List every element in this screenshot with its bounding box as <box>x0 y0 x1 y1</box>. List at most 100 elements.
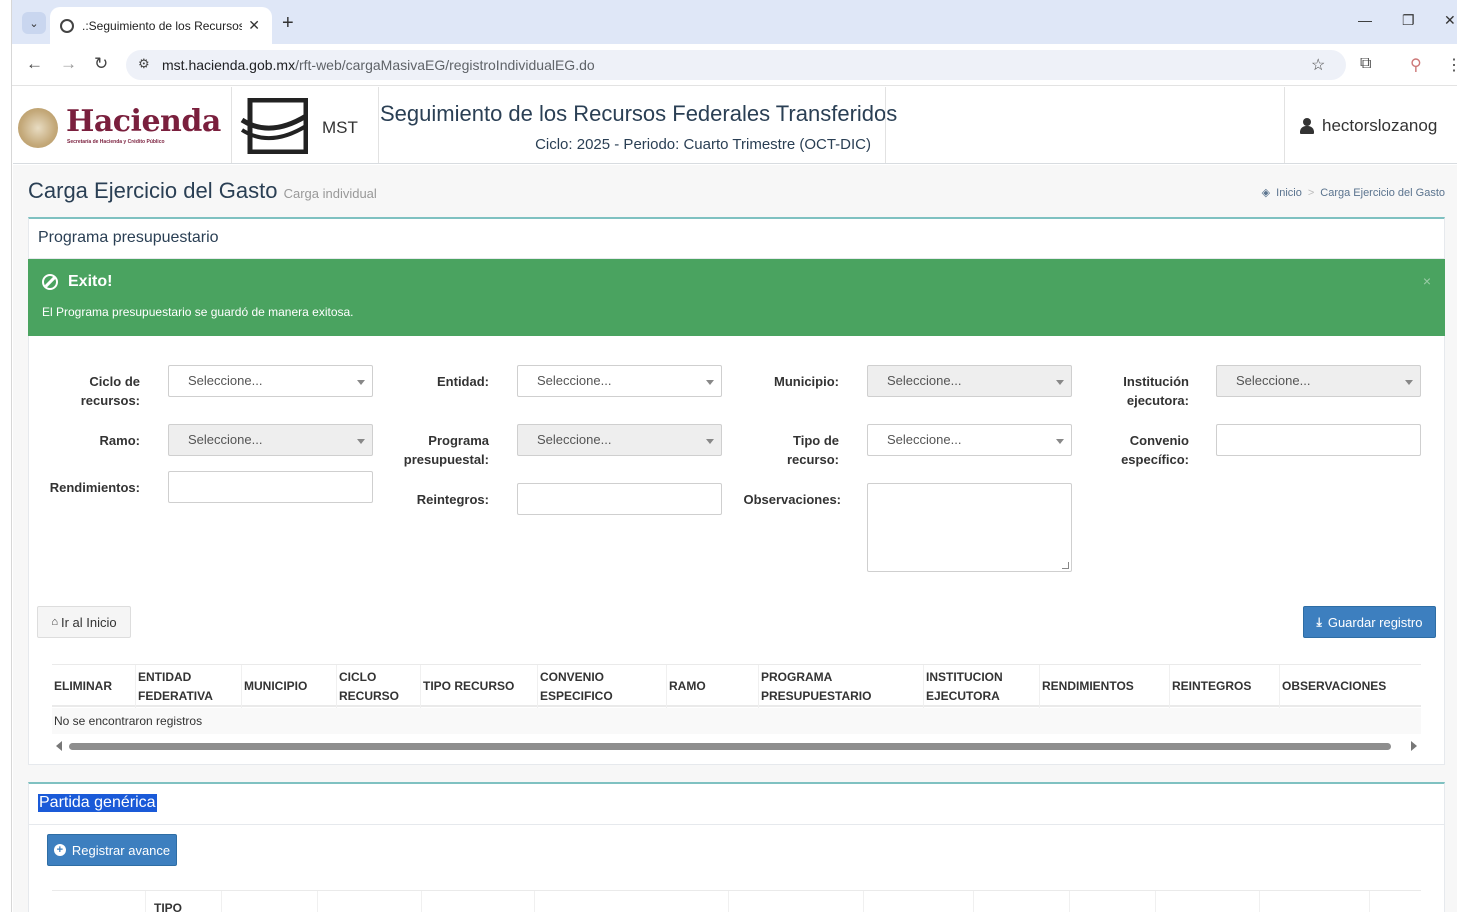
page-title: Carga Ejercicio del Gasto Carga individu… <box>28 178 377 203</box>
alert-message: El Programa presupuestario se guardó de … <box>42 305 354 319</box>
page-subtitle: Carga individual <box>283 186 377 201</box>
th-ramo: RAMO <box>667 665 759 708</box>
profile-icon[interactable]: ⚲ <box>1410 55 1422 75</box>
scroll-right-icon[interactable] <box>1411 741 1417 751</box>
back-icon[interactable]: ← <box>26 54 43 74</box>
entidad-label: Entidad: <box>437 374 489 389</box>
user-menu[interactable]: hectorslozanog <box>1300 116 1437 136</box>
entidad-select[interactable]: Seleccione... <box>517 365 722 397</box>
coat-of-arms-logo <box>18 108 58 148</box>
hacienda-logo-text: Hacienda <box>66 104 221 139</box>
th-ciclo: CICLO RECURSO <box>337 665 421 708</box>
minimize-icon[interactable]: — <box>1358 12 1372 28</box>
convenio-input[interactable] <box>1216 424 1421 456</box>
scrollbar-thumb[interactable] <box>69 743 1391 750</box>
reload-icon[interactable]: ↻ <box>94 54 108 74</box>
tab-list-button[interactable]: ⌄ <box>22 12 46 34</box>
save-button[interactable]: ⤓ Guardar registro <box>1303 606 1436 638</box>
caret-down-icon <box>706 439 714 444</box>
th-entidad: ENTIDAD FEDERATIVA <box>136 665 242 708</box>
site-info-icon[interactable]: ⚙ <box>138 56 150 72</box>
th-column <box>535 891 729 912</box>
breadcrumb: ◈ Inicio > Carga Ejercicio del Gasto <box>1261 186 1445 200</box>
th-programa: PROGRAMA PRESUPUESTARIO <box>759 665 924 708</box>
rendimientos-input[interactable] <box>168 471 373 503</box>
th-rendimientos: RENDIMIENTOS <box>1040 665 1170 708</box>
panel-divider <box>29 824 1444 825</box>
tipo-recurso-label: Tipo de recurso: <box>786 433 839 467</box>
header-divider <box>231 87 232 163</box>
tipo-recurso-select[interactable]: Seleccione... <box>867 424 1072 456</box>
site-subtitle: Ciclo: 2025 - Periodo: Cuarto Trimestre … <box>535 136 871 153</box>
convenio-label: Convenio específico: <box>1121 433 1189 467</box>
tab-close-icon[interactable]: ✕ <box>248 17 260 34</box>
restore-icon[interactable]: ❐ <box>1402 12 1415 29</box>
bookmark-star-icon[interactable]: ☆ <box>1311 55 1325 75</box>
caret-down-icon <box>1056 439 1064 444</box>
alert-close-icon[interactable]: × <box>1423 273 1431 289</box>
close-window-icon[interactable]: ✕ <box>1444 12 1456 29</box>
horizontal-scrollbar[interactable] <box>52 738 1421 754</box>
mst-label: MST <box>322 118 358 137</box>
institucion-label: Institución ejecutora: <box>1123 374 1189 408</box>
resize-grip-icon[interactable] <box>1062 562 1069 569</box>
caret-down-icon <box>1056 380 1064 385</box>
th-column <box>1070 891 1156 912</box>
th-tipo: TIPO <box>146 891 222 912</box>
th-column <box>422 891 535 912</box>
forward-icon[interactable]: → <box>60 54 77 74</box>
home-button[interactable]: ⌂ Ir al Inicio <box>37 606 131 638</box>
rendimientos-label: Rendimientos: <box>49 480 140 495</box>
th-column <box>222 891 318 912</box>
institucion-select[interactable]: Seleccione... <box>1216 365 1421 397</box>
th-observaciones: OBSERVACIONES <box>1282 679 1387 693</box>
programa-label: Programa presupuestal: <box>403 433 489 467</box>
observaciones-textarea[interactable] <box>867 483 1072 572</box>
scroll-left-icon[interactable] <box>56 741 62 751</box>
caret-down-icon <box>1405 380 1413 385</box>
hacienda-logo-subtext: Secretaría de Hacienda y Crédito Público <box>67 139 165 145</box>
browser-tab[interactable]: .:Seguimiento de los Recursos F ✕ <box>50 7 272 44</box>
ramo-label: Ramo: <box>99 433 140 448</box>
header-divider <box>885 87 886 163</box>
th-institucion: INSTITUCION EJECUTORA <box>924 665 1040 708</box>
ciclo-label: Ciclo de recursos: <box>80 374 140 408</box>
caret-down-icon <box>357 439 365 444</box>
th-reintegros: REINTEGROS <box>1170 665 1280 708</box>
window-edge <box>0 0 12 912</box>
th-municipio: MUNICIPIO <box>242 665 337 708</box>
municipio-select[interactable]: Seleccione... <box>867 365 1072 397</box>
reintegros-label: Reintegros: <box>416 492 489 507</box>
th-column <box>1260 891 1370 912</box>
observaciones-label: Observaciones: <box>743 492 841 507</box>
ciclo-select[interactable]: Seleccione... <box>168 365 373 397</box>
download-icon: ⤓ <box>1316 614 1322 629</box>
partida-table-header: TIPO <box>52 890 1421 912</box>
records-table-header: ELIMINAR ENTIDAD FEDERATIVA MUNICIPIO CIC… <box>52 664 1421 708</box>
th-column <box>729 891 864 912</box>
th-convenio: CONVENIO ESPECIFICO <box>538 665 667 708</box>
th-column <box>1156 891 1260 912</box>
home-icon: ⌂ <box>51 616 58 628</box>
extensions-icon[interactable]: ⧉ <box>1360 55 1371 73</box>
dashboard-icon: ◈ <box>1261 187 1271 199</box>
breadcrumb-home[interactable]: Inicio <box>1276 187 1302 199</box>
caret-down-icon <box>706 380 714 385</box>
ban-icon <box>42 274 58 290</box>
menu-icon[interactable]: ⋮ <box>1446 55 1457 75</box>
register-progress-button[interactable]: + Registrar avance <box>47 834 177 866</box>
alert-heading: Exito! <box>42 273 112 291</box>
th-empty <box>52 891 146 912</box>
th-eliminar: ELIMINAR <box>52 665 136 708</box>
breadcrumb-separator: > <box>1307 186 1315 199</box>
programa-select[interactable]: Seleccione... <box>517 424 722 456</box>
ramo-select[interactable]: Seleccione... <box>168 424 373 456</box>
reintegros-input[interactable] <box>517 483 722 515</box>
new-tab-button[interactable]: + <box>282 12 294 35</box>
panel-title: Programa presupuestario <box>38 229 219 246</box>
user-icon <box>1300 118 1314 134</box>
url-text[interactable]: mst.hacienda.gob.mx/rft-web/cargaMasivaE… <box>162 57 595 73</box>
globe-icon <box>60 18 74 33</box>
tab-title: .:Seguimiento de los Recursos F <box>82 18 242 33</box>
panel-title: Partida genérica <box>38 794 157 812</box>
